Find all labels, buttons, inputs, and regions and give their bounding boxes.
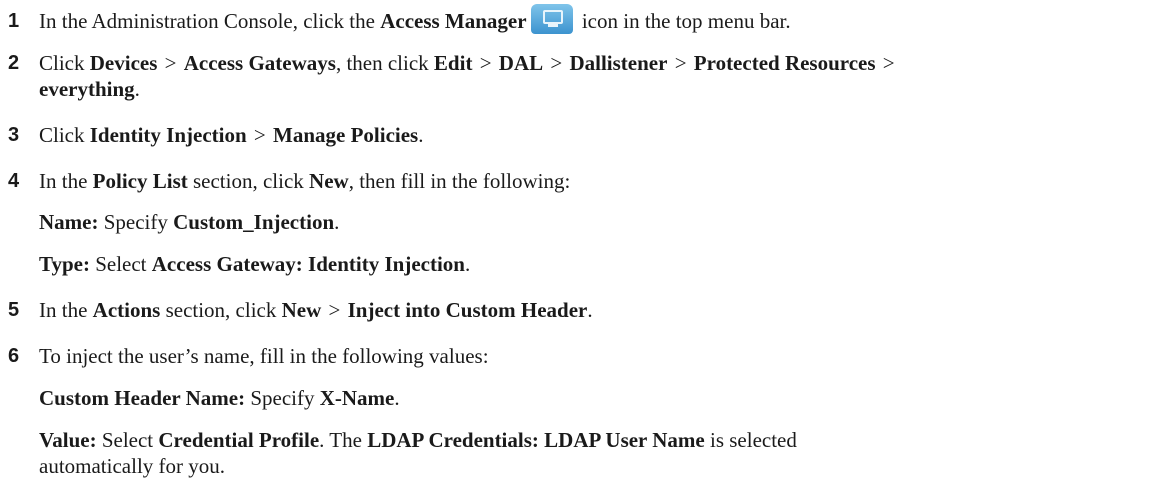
ui-term: Access Gateways bbox=[183, 51, 336, 75]
instruction-document: 1 In the Administration Console, click t… bbox=[0, 0, 1173, 497]
step-number: 3 bbox=[8, 124, 20, 146]
step-text: Click Identity Injection > Manage Polici… bbox=[39, 123, 424, 147]
step-number: 5 bbox=[8, 299, 20, 321]
step-6-header-name-field: Custom Header Name: Specify X-Name. bbox=[39, 386, 400, 410]
ui-term: LDAP Credentials: LDAP User Name bbox=[367, 428, 705, 452]
step-number: 6 bbox=[8, 345, 20, 367]
ui-term: Devices bbox=[89, 51, 158, 75]
step-text: In the Actions section, click New > Inje… bbox=[39, 298, 593, 322]
step-text: Click Devices > Access Gateways, then cl… bbox=[39, 51, 895, 101]
step-text: To inject the user’s name, fill in the f… bbox=[39, 344, 489, 368]
ui-term: New bbox=[309, 169, 349, 193]
step-text: In the Administration Console, click the… bbox=[39, 4, 1169, 35]
step-number: 1 bbox=[8, 10, 20, 32]
ui-term: New bbox=[281, 298, 322, 322]
ui-term: Credential Profile bbox=[158, 428, 320, 452]
step-6-value-field: Value: Select Credential Profile. The LD… bbox=[39, 428, 797, 478]
step-4-name-field: Name: Specify Custom_Injection. bbox=[39, 210, 340, 234]
ui-term: Actions bbox=[92, 298, 161, 322]
ui-term: everything bbox=[39, 77, 135, 101]
ui-term: Identity Injection bbox=[89, 123, 247, 147]
ui-term: Edit bbox=[433, 51, 473, 75]
ui-term: Protected Resources bbox=[693, 51, 876, 75]
step-text: In the Policy List section, click New, t… bbox=[39, 169, 571, 193]
access-manager-icon bbox=[530, 4, 573, 35]
ui-term: Custom_Injection bbox=[173, 210, 335, 234]
ui-term: Dallistener bbox=[569, 51, 668, 75]
ui-term: X-Name bbox=[319, 386, 395, 410]
field-label: Custom Header Name: bbox=[39, 386, 246, 410]
step-number: 2 bbox=[8, 52, 20, 74]
field-label: Name: bbox=[39, 210, 99, 234]
step-4-type-field: Type: Select Access Gateway: Identity In… bbox=[39, 252, 471, 276]
ui-term: Access Gateway: Identity Injection bbox=[151, 252, 465, 276]
ui-term: Manage Policies bbox=[273, 123, 419, 147]
ui-term: Inject into Custom Header bbox=[347, 298, 588, 322]
ui-term: DAL bbox=[498, 51, 544, 75]
step-number: 4 bbox=[8, 170, 20, 192]
ui-term: Policy List bbox=[92, 169, 188, 193]
field-label: Type: bbox=[39, 252, 90, 276]
field-label: Value: bbox=[39, 428, 97, 452]
ui-term: Access Manager bbox=[380, 9, 527, 33]
